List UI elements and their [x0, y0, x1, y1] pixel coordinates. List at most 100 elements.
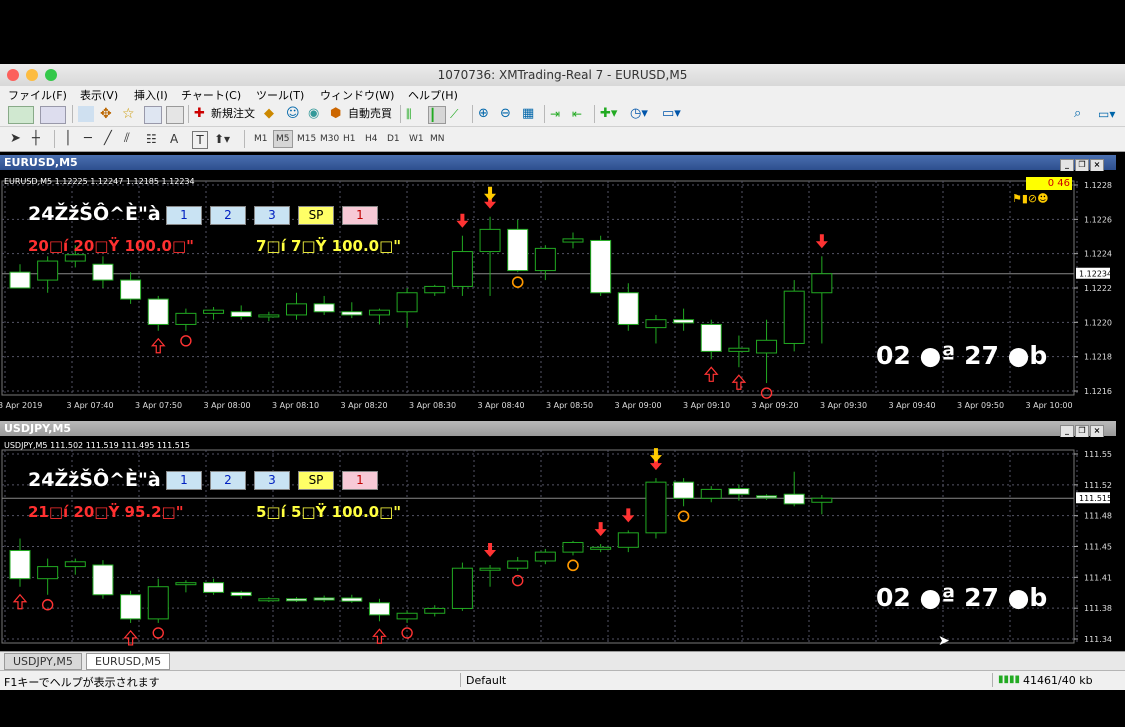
candle-body	[258, 598, 280, 602]
zoom-out-icon[interactable]: ⊖	[500, 106, 516, 122]
eurusd-btn-sp[interactable]: SP	[298, 206, 334, 225]
tf-h1[interactable]: H1	[341, 131, 358, 147]
candle-body	[451, 251, 473, 287]
terminal-icon[interactable]	[144, 106, 162, 124]
tf-m15[interactable]: M15	[295, 131, 318, 147]
periods-icon[interactable]: ◷▾	[630, 106, 652, 122]
market-watch-icon[interactable]	[78, 106, 94, 122]
auto-trade-icon: ⬢	[330, 106, 342, 121]
candle-body	[230, 311, 252, 318]
status-bar: F1キーでヘルプが表示されます Default ▮▮▮▮ 41461/40 kb	[0, 670, 1125, 690]
usdjpy-btn-1[interactable]: 1	[166, 471, 202, 490]
candlestick-chart-icon[interactable]: ┃	[428, 106, 446, 124]
time-label: 3 Apr 09:20	[752, 401, 799, 410]
eurusd-chart-pane[interactable]: 1.12285 1.12265 1.12245 1.12225 1.12205 1.121…	[0, 171, 1117, 418]
bar-chart-icon[interactable]: ⫼	[406, 106, 422, 122]
candle-body	[175, 312, 197, 325]
new-order-button[interactable]: 新規注文	[211, 106, 255, 122]
profiles-icon[interactable]	[40, 106, 66, 124]
menu-window[interactable]: ウィンドウ(W)	[320, 87, 394, 103]
arrows-icon[interactable]: ⬆▾	[214, 131, 238, 147]
signals-icon[interactable]: ◉	[308, 106, 324, 122]
candle-body	[64, 254, 86, 262]
usdjpy-btn-3[interactable]: 3	[254, 471, 290, 490]
standard-toolbar: ✥ ☆ ✚ 新規注文 ◆ ☺ ◉ ⬢ 自動売買 ⫼ ┃ ⟋ ⊕ ⊖ ▦ ⇥ ⇤ …	[0, 102, 1125, 127]
candle-body	[341, 597, 363, 602]
eurusd-btn-1b[interactable]: 1	[342, 206, 378, 225]
vertical-line-icon[interactable]: │	[64, 131, 72, 147]
tf-m5[interactable]: M5	[273, 130, 293, 148]
usdjpy-btn-2[interactable]: 2	[210, 471, 246, 490]
time-label: 3 Apr 08:00	[204, 401, 251, 410]
usdjpy-countdown: 02 ●ª 27 ●b	[876, 583, 1048, 612]
tf-d1[interactable]: D1	[385, 131, 402, 147]
buy-arrow	[150, 337, 166, 354]
trendline-icon[interactable]: ╱	[104, 131, 118, 147]
channel-icon[interactable]: ⫽	[124, 131, 138, 147]
eurusd-btn-2[interactable]: 2	[210, 206, 246, 225]
eurusd-expert-icons: ⚑▮⊘☻	[1012, 192, 1049, 205]
time-label: 3 Apr 08:10	[272, 401, 319, 410]
indicators-icon[interactable]: ✚▾	[600, 106, 622, 122]
usdjpy-btn-sp[interactable]: SP	[298, 471, 334, 490]
usdjpy-window-header[interactable]: USDJPY,M5 _ ❐ ×	[0, 421, 1116, 438]
usdjpy-chart-pane[interactable]: 111.555 111.520 111.485 111.450 111.415 111.3…	[0, 437, 1117, 650]
exit-circle-orange	[511, 276, 524, 288]
status-profile: Default	[466, 674, 507, 687]
crosshair-icon[interactable]: ┼	[32, 131, 46, 147]
candle-body	[617, 292, 639, 325]
eurusd-window-header[interactable]: EURUSD,M5 _ ❐ ×	[0, 155, 1116, 172]
candle-body	[147, 586, 169, 620]
menu-help[interactable]: ヘルプ(H)	[408, 87, 458, 103]
tester-icon[interactable]	[166, 106, 184, 124]
templates-icon[interactable]: ▭▾	[662, 106, 684, 122]
fibonacci-icon[interactable]: ☷	[146, 131, 160, 147]
text-icon[interactable]: A	[170, 131, 182, 147]
menu-insert[interactable]: 挿入(I)	[134, 87, 168, 103]
cursor-icon[interactable]: ➤	[10, 131, 22, 147]
price-label: 1.12225	[1084, 284, 1112, 293]
tf-w1[interactable]: W1	[407, 131, 426, 147]
usdjpy-info-bar: USDJPY,M5 111.502 111.519 111.495 111.51…	[4, 441, 191, 450]
text-label-icon[interactable]: T	[192, 131, 208, 149]
usdjpy-window-title: USDJPY,M5	[4, 422, 72, 435]
time-label: 3 Apr 09:30	[820, 401, 867, 410]
price-label: 1.12185	[1084, 353, 1112, 362]
experts-icon[interactable]: ☺	[286, 106, 302, 122]
tf-h4[interactable]: H4	[363, 131, 380, 147]
time-label: 3 Apr 08:40	[478, 401, 525, 410]
menu-tools[interactable]: ツール(T)	[256, 87, 304, 103]
menu-file[interactable]: ファイル(F)	[8, 87, 67, 103]
search-icon[interactable]: ⌕	[1074, 106, 1090, 122]
candle-body	[756, 495, 778, 499]
eurusd-btn-1[interactable]: 1	[166, 206, 202, 225]
eurusd-btn-3[interactable]: 3	[254, 206, 290, 225]
navigator-icon[interactable]: ✥	[100, 106, 116, 122]
new-chart-icon[interactable]	[8, 106, 34, 124]
tf-m30[interactable]: M30	[318, 131, 341, 147]
menu-chart[interactable]: チャート(C)	[181, 87, 241, 103]
favorites-icon[interactable]: ☆	[122, 106, 138, 122]
zoom-in-icon[interactable]: ⊕	[478, 106, 494, 122]
candle-body	[700, 323, 722, 352]
chart-shift-icon[interactable]: ⇤	[572, 106, 588, 122]
candle-body	[507, 228, 529, 272]
candle-body	[368, 602, 390, 616]
usdjpy-btn-1b[interactable]: 1	[342, 471, 378, 490]
tile-windows-icon[interactable]: ▦	[522, 106, 538, 122]
tab-eurusd[interactable]: EURUSD,M5	[86, 653, 171, 670]
tf-mn[interactable]: MN	[428, 131, 447, 147]
usdjpy-chart[interactable]: 111.555 111.520 111.485 111.450 111.415 111.3…	[0, 437, 1117, 650]
auto-trade-button[interactable]: 自動売買	[348, 106, 392, 122]
candle-body	[424, 285, 446, 294]
menu-view[interactable]: 表示(V)	[80, 87, 118, 103]
auto-scroll-icon[interactable]: ⇥	[550, 106, 566, 122]
tab-usdjpy[interactable]: USDJPY,M5	[4, 653, 82, 670]
candle-body	[64, 561, 86, 568]
tf-m1[interactable]: M1	[252, 131, 270, 147]
horizontal-line-icon[interactable]: ─	[84, 131, 98, 147]
chat-icon[interactable]: ▭▾	[1098, 106, 1118, 122]
metaeditor-icon[interactable]: ◆	[264, 106, 280, 122]
line-chart-icon[interactable]: ⟋	[450, 106, 466, 122]
eurusd-info-bar: EURUSD,M5 1.12225 1.12247 1.12185 1.1223…	[4, 177, 195, 186]
